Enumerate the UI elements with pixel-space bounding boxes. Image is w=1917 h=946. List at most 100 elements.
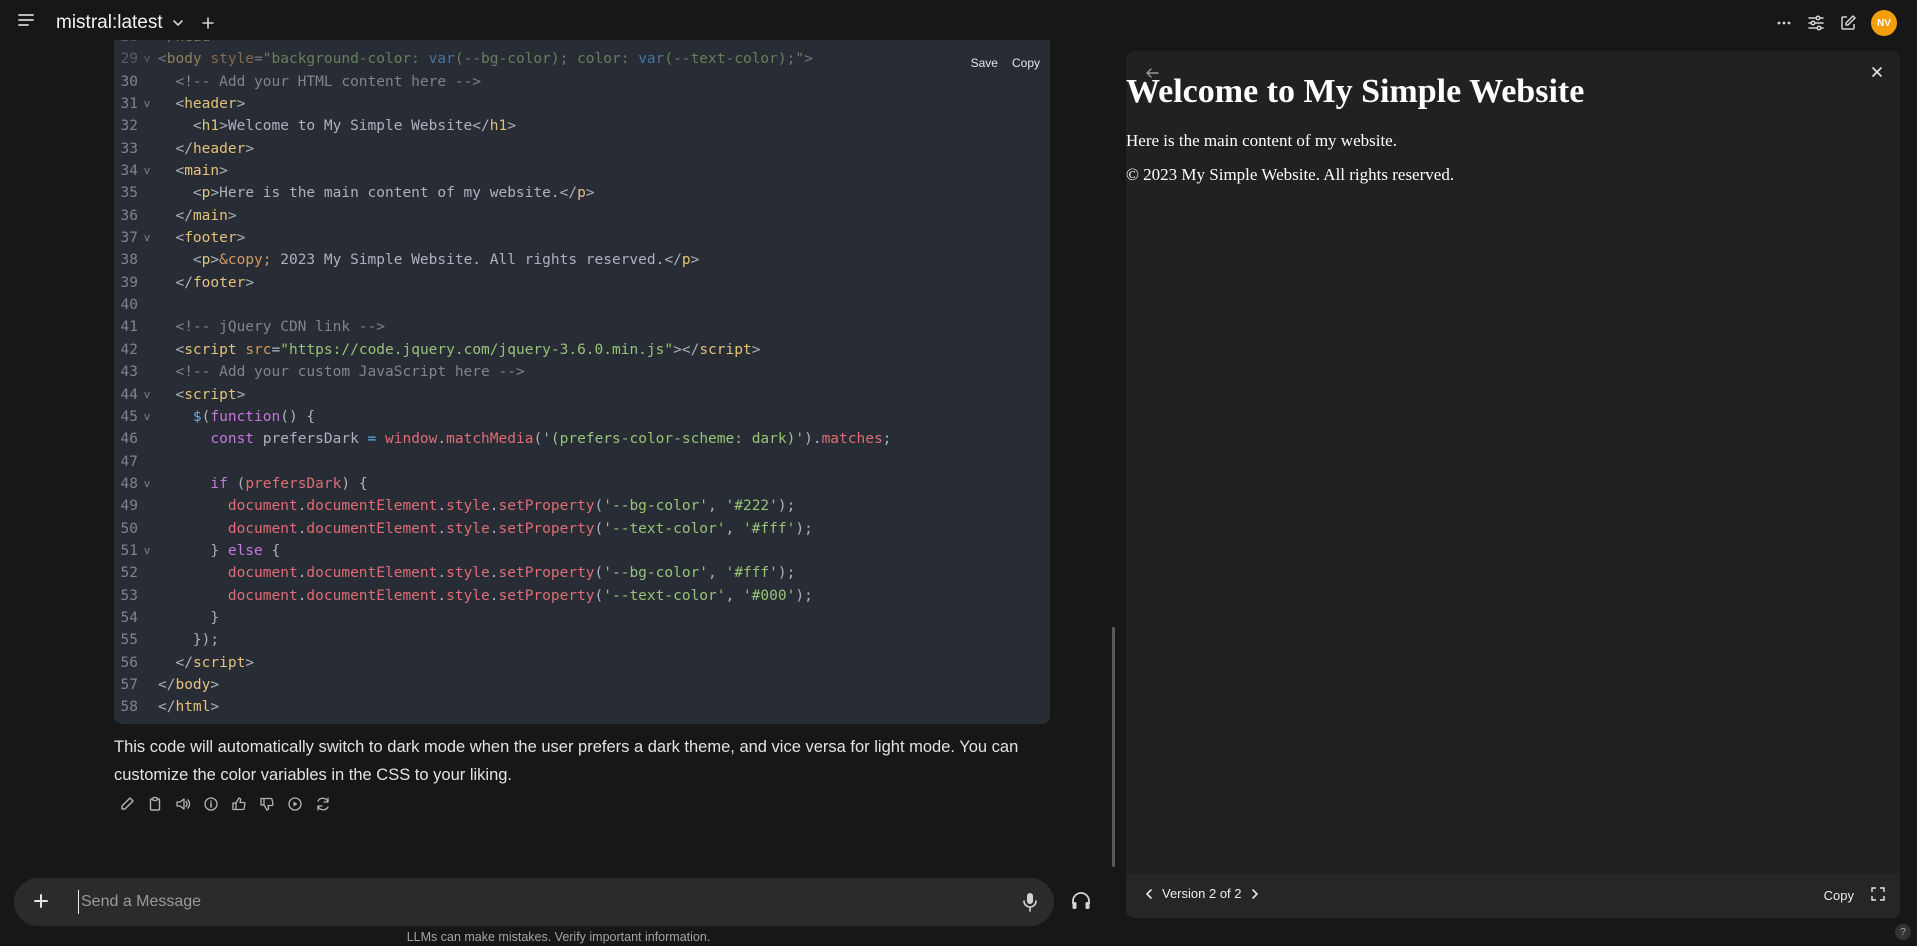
fold-chevron-icon[interactable]: v	[138, 473, 156, 495]
code-token: main	[184, 163, 220, 180]
code-text: </footer>	[156, 272, 254, 294]
top-bar-right: NV	[1775, 10, 1897, 36]
fold-chevron-icon	[138, 71, 156, 93]
code-token: </	[175, 274, 193, 291]
code-line: 58 </html>	[114, 696, 1050, 718]
code-text: });	[156, 629, 219, 651]
code-token: >	[210, 185, 220, 202]
model-selector[interactable]: mistral:latest	[56, 12, 215, 34]
expand-icon[interactable]	[1870, 886, 1886, 902]
add-model-icon[interactable]	[201, 16, 215, 30]
code-line: 41 <!-- jQuery CDN link -->	[114, 316, 1050, 338]
fold-chevron-icon[interactable]: v	[138, 93, 156, 115]
code-token: );	[795, 520, 813, 537]
speaker-icon[interactable]	[174, 795, 192, 813]
line-number: 48	[120, 475, 138, 492]
avatar[interactable]: NV	[1871, 10, 1897, 36]
fold-chevron-icon[interactable]: v	[138, 48, 156, 70]
code-token: {	[262, 542, 281, 559]
fold-chevron-icon[interactable]: v	[138, 384, 156, 406]
code-token: '--text-color'	[603, 587, 726, 604]
edit-icon[interactable]	[118, 795, 136, 813]
code-token: prefersDark	[254, 431, 368, 448]
line-number: 50	[120, 520, 138, 537]
line-number: 43	[120, 364, 138, 381]
code-save-button[interactable]: Save	[971, 56, 998, 70]
code-token: .	[437, 565, 447, 582]
regenerate-icon[interactable]	[314, 795, 332, 813]
code-token: html	[175, 699, 211, 716]
fold-chevron-icon[interactable]: v	[138, 227, 156, 249]
new-chat-icon[interactable]	[1839, 14, 1857, 32]
code-text: </header>	[156, 138, 254, 160]
code-token: script	[699, 341, 752, 358]
menu-icon[interactable]	[16, 10, 36, 30]
thumbs-up-icon[interactable]	[230, 795, 248, 813]
code-token: '--text-color'	[603, 520, 726, 537]
code-token: >	[227, 207, 237, 224]
code-token: const	[210, 431, 255, 448]
chevron-right-icon[interactable]	[1248, 887, 1262, 901]
code-token: );	[795, 587, 813, 604]
controls-icon[interactable]	[1807, 14, 1825, 32]
code-token: <	[192, 185, 202, 202]
close-icon[interactable]	[1870, 65, 1884, 79]
code-token: (	[594, 498, 604, 515]
code-token: body	[166, 51, 202, 68]
code-token: main	[192, 207, 228, 224]
fold-chevron-icon[interactable]: v	[138, 406, 156, 428]
code-token: setProperty	[498, 520, 595, 537]
version-navigator: Version 2 of 2	[1142, 886, 1262, 901]
info-icon[interactable]	[202, 795, 220, 813]
help-button[interactable]: ?	[1895, 924, 1911, 940]
add-attachment-icon[interactable]	[30, 890, 52, 912]
fold-chevron-icon	[138, 585, 156, 607]
preview-copy-button[interactable]: Copy	[1824, 888, 1854, 903]
code-token: ,	[725, 587, 743, 604]
fold-chevron-icon	[138, 138, 156, 160]
version-label: Version 2 of 2	[1162, 886, 1242, 901]
code-token: matches	[821, 431, 883, 448]
message-input[interactable]	[78, 890, 978, 914]
fold-chevron-icon[interactable]: v	[138, 160, 156, 182]
clipboard-icon[interactable]	[146, 795, 164, 813]
thumbs-down-icon[interactable]	[258, 795, 276, 813]
code-token: (	[594, 565, 604, 582]
code-line: 35 <p>Here is the main content of my web…	[114, 182, 1050, 204]
code-lines[interactable]: 28</head>29v<body style="background-colo…	[114, 40, 1050, 719]
headphones-icon[interactable]	[1070, 890, 1092, 912]
fold-chevron-icon	[138, 182, 156, 204]
code-text: </html>	[156, 696, 219, 718]
chat-scrollbar[interactable]	[1112, 627, 1115, 867]
line-number: 51	[120, 542, 138, 559]
code-token: }	[158, 609, 220, 626]
line-number: 47	[120, 453, 138, 470]
chevron-left-icon[interactable]	[1142, 887, 1156, 901]
code-token: '#fff'	[725, 565, 778, 582]
code-token: (--bg-color); color:	[454, 51, 639, 68]
code-copy-button[interactable]: Copy	[1012, 56, 1040, 70]
code-token: style	[446, 498, 490, 515]
code-line: 31 v <header>	[114, 93, 1050, 115]
more-icon[interactable]	[1775, 14, 1793, 32]
code-token: 2023 My Simple Website. All rights reser…	[271, 252, 665, 269]
microphone-icon[interactable]	[1020, 891, 1040, 913]
play-icon[interactable]	[286, 795, 304, 813]
line-number: 33	[120, 140, 138, 157]
code-text: <h1>Welcome to My Simple Website</h1>	[156, 115, 516, 137]
code-token: var	[428, 51, 455, 68]
code-line: 29 v <body style="background-color: var(--…	[114, 48, 1050, 70]
code-token: <!-- jQuery CDN link -->	[175, 319, 385, 336]
line-number: 40	[120, 297, 138, 314]
code-text: <p>Here is the main content of my websit…	[156, 182, 595, 204]
code-token: <!-- Add your HTML content here -->	[175, 73, 482, 90]
fold-chevron-icon[interactable]: v	[138, 540, 156, 562]
fold-chevron-icon	[138, 495, 156, 517]
